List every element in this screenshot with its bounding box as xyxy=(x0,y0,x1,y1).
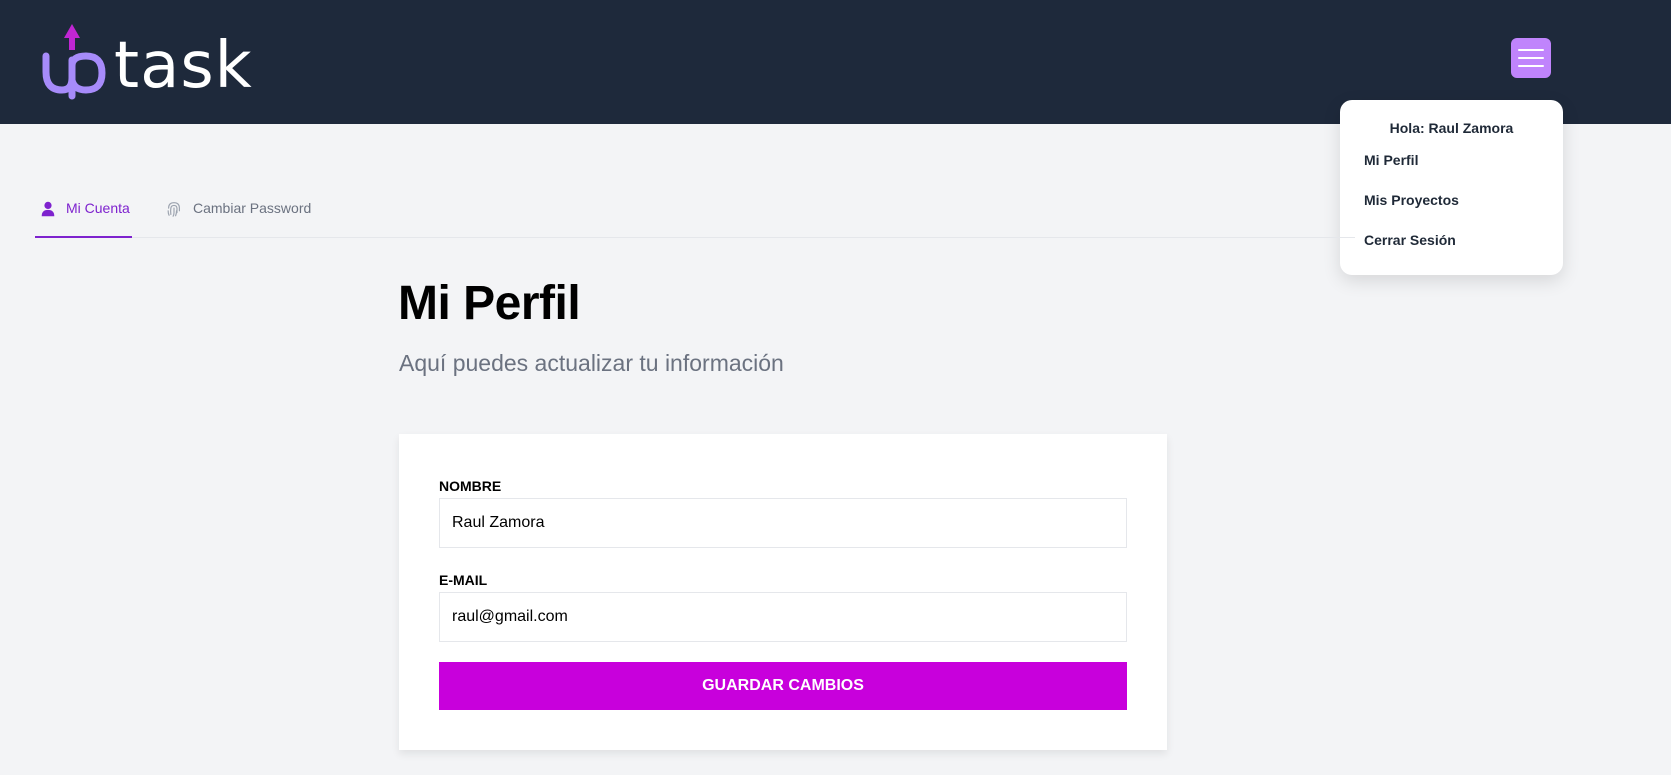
email-input[interactable] xyxy=(439,592,1127,642)
email-label: E-mail xyxy=(439,572,488,588)
name-label: Nombre xyxy=(439,478,502,494)
menu-item-mi-perfil[interactable]: Mi Perfil xyxy=(1364,152,1418,168)
name-input[interactable] xyxy=(439,498,1127,548)
menu-item-cerrar-sesion[interactable]: Cerrar Sesión xyxy=(1364,232,1456,248)
logo-up-mark-icon xyxy=(42,24,106,100)
hamburger-menu-icon-bar xyxy=(1518,57,1544,59)
tab-label: Cambiar Password xyxy=(193,200,312,216)
tab-cambiar-password[interactable]: Cambiar Password xyxy=(165,195,311,238)
hamburger-menu-button[interactable] xyxy=(1511,38,1551,78)
uptask-logo[interactable]: task xyxy=(42,20,252,100)
user-dropdown-menu: Hola: Raul Zamora Mi Perfil Mis Proyecto… xyxy=(1340,100,1563,275)
save-changes-button[interactable]: Guardar Cambios xyxy=(439,662,1127,710)
hamburger-menu-icon-bar xyxy=(1518,49,1544,51)
tab-mi-cuenta[interactable]: Mi Cuenta xyxy=(35,195,132,238)
user-icon xyxy=(41,201,55,217)
profile-tabs: Mi Cuenta Cambiar Password xyxy=(35,195,1355,238)
user-greeting: Hola: Raul Zamora xyxy=(1389,120,1514,136)
menu-item-mis-proyectos[interactable]: Mis Proyectos xyxy=(1364,192,1459,208)
page-subtitle: Aquí puedes actualizar tu información xyxy=(399,350,784,376)
page-title: Mi Perfil xyxy=(398,277,581,330)
tab-label: Mi Cuenta xyxy=(66,200,130,216)
logo-wordmark: task xyxy=(114,29,253,103)
profile-form: Nombre E-mail Guardar Cambios xyxy=(399,434,1167,750)
hamburger-menu-icon-bar xyxy=(1518,65,1544,67)
fingerprint-icon xyxy=(167,202,180,217)
